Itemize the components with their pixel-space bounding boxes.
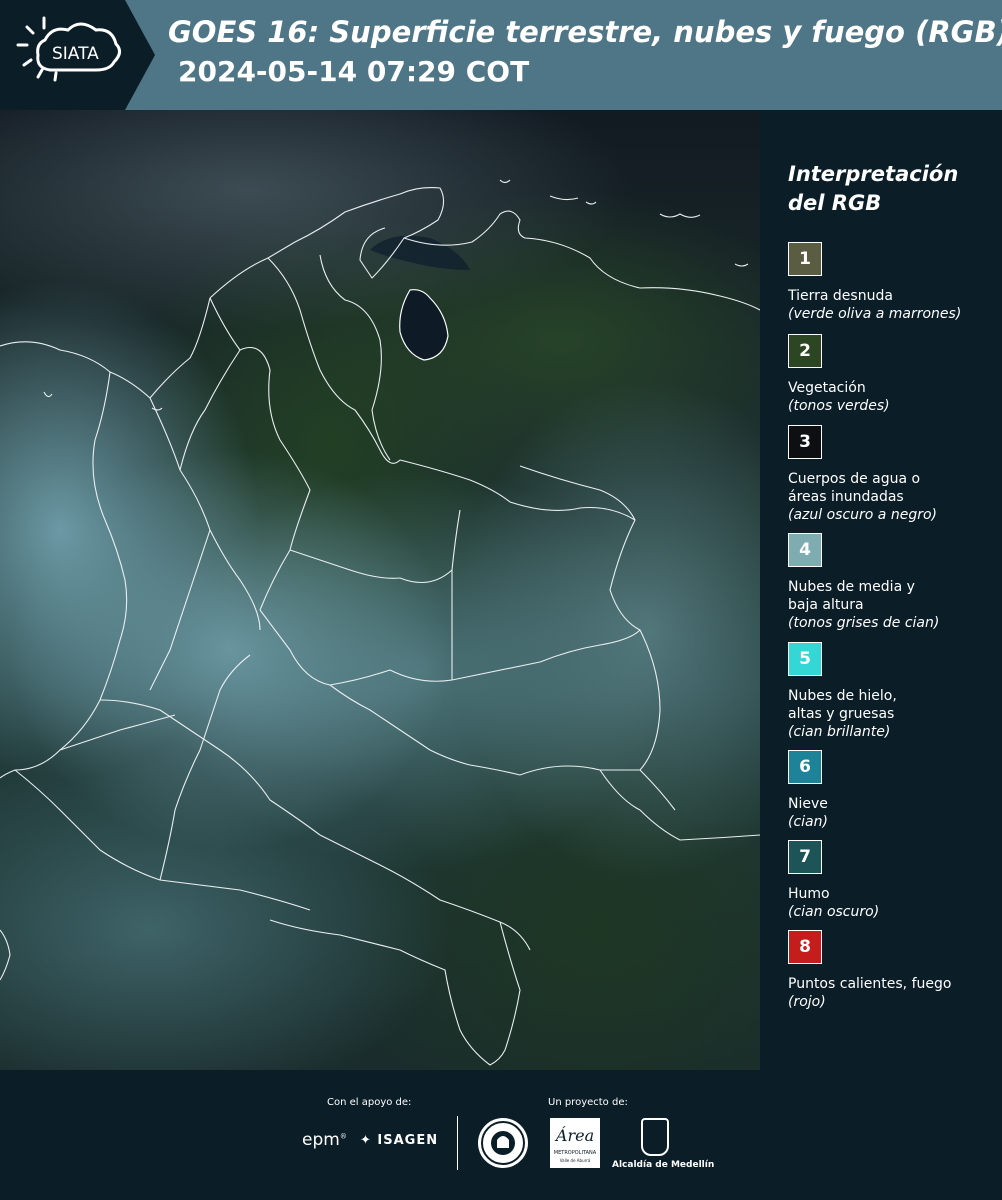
legend-swatch: 4 xyxy=(788,533,822,567)
isagen-logo-text: ISAGEN xyxy=(377,1133,439,1148)
legend-note: (tonos grises de cian) xyxy=(788,615,940,631)
timestamp: 2024-05-14 07:29 COT xyxy=(178,55,530,88)
isagen-logo: ✦ ISAGEN xyxy=(360,1133,439,1148)
epm-logo: epm® xyxy=(302,1130,347,1150)
legend: Interpretación del RGB xyxy=(772,160,1002,218)
legend-label: Nubes de media y baja altura xyxy=(788,579,915,613)
page-title: GOES 16: Superficie terrestre, nubes y f… xyxy=(168,15,1002,49)
legend-label: Nieve xyxy=(788,796,828,812)
legend-item: 1 Tierra desnuda (verde oliva a marrones) xyxy=(788,242,998,323)
legend-label: Nubes de hielo, altas y gruesas xyxy=(788,688,897,722)
legend-label: Vegetación xyxy=(788,380,866,396)
medellin-logo-text: Alcaldía de Medellín xyxy=(612,1160,715,1170)
legend-item: 4 Nubes de media y baja altura (tonos gris… xyxy=(788,533,998,632)
legend-swatch: 1 xyxy=(788,242,822,276)
legend-label: Tierra desnuda xyxy=(788,288,893,304)
legend-swatch: 3 xyxy=(788,425,822,459)
legend-label: Cuerpos de agua o áreas inundadas xyxy=(788,471,921,505)
support-label: Con el apoyo de: xyxy=(327,1097,412,1108)
university-seal-icon xyxy=(478,1118,528,1168)
boundary-lines xyxy=(0,179,760,1066)
medellin-shield-icon xyxy=(641,1118,669,1156)
footer-divider xyxy=(457,1116,458,1170)
project-label: Un proyecto de: xyxy=(548,1097,628,1108)
legend-item: 2 Vegetación (tonos verdes) xyxy=(788,334,998,415)
legend-item: 5 Nubes de hielo, altas y gruesas (cian br… xyxy=(788,642,998,741)
area-logo-sub2: Valle de Aburrá xyxy=(559,1158,591,1163)
lake-shape xyxy=(399,289,449,361)
area-logo-word: Área xyxy=(555,1126,595,1145)
legend-swatch: 8 xyxy=(788,930,822,964)
legend-note: (azul oscuro a negro) xyxy=(788,507,937,523)
legend-item: 3 Cuerpos de agua o áreas inundadas (azul … xyxy=(788,425,998,524)
legend-label: Humo xyxy=(788,886,830,902)
legend-item: 7 Humo (cian oscuro) xyxy=(788,840,998,921)
legend-item: 6 Nieve (cian) xyxy=(788,750,998,831)
legend-note: (cian) xyxy=(788,814,828,830)
header-banner: SIATA GOES 16: Superficie terrestre, nub… xyxy=(0,0,1002,110)
legend-swatch: 2 xyxy=(788,334,822,368)
siata-logo: SIATA xyxy=(0,0,155,110)
epm-logo-text: epm xyxy=(302,1130,340,1150)
legend-label: Puntos calientes, fuego xyxy=(788,976,952,992)
legend-note: (cian brillante) xyxy=(788,724,891,740)
satellite-map[interactable] xyxy=(0,110,760,1070)
logo-text: SIATA xyxy=(52,44,99,64)
area-metropolitana-logo: Área METROPOLITANA Valle de Aburrá xyxy=(550,1118,600,1168)
area-logo-sub: METROPOLITANA xyxy=(553,1150,597,1156)
legend-item: 8 Puntos calientes, fuego (rojo) xyxy=(788,930,998,1011)
legend-title: Interpretación del RGB xyxy=(788,162,959,215)
legend-swatch: 6 xyxy=(788,750,822,784)
legend-note: (tonos verdes) xyxy=(788,398,890,414)
legend-swatch: 7 xyxy=(788,840,822,874)
legend-swatch: 5 xyxy=(788,642,822,676)
legend-note: (rojo) xyxy=(788,994,826,1010)
legend-note: (verde oliva a marrones) xyxy=(788,306,962,322)
legend-note: (cian oscuro) xyxy=(788,904,880,920)
